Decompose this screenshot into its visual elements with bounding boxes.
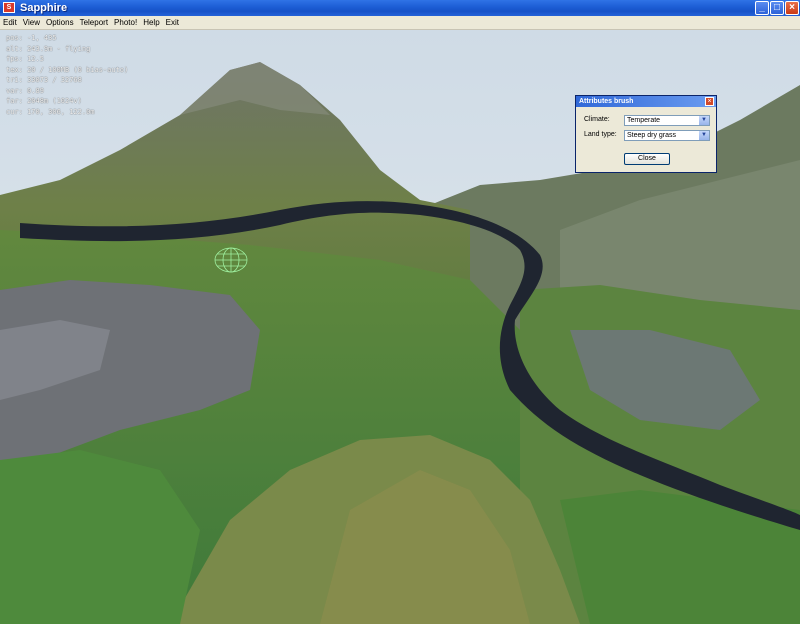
minimize-icon: _ xyxy=(759,2,765,13)
chevron-down-icon[interactable]: ▼ xyxy=(699,116,709,125)
app-icon[interactable]: S xyxy=(3,2,15,13)
menu-teleport[interactable]: Teleport xyxy=(77,16,111,29)
landtype-label: Land type: xyxy=(584,131,617,138)
menu-edit[interactable]: Edit xyxy=(0,16,20,29)
close-icon: × xyxy=(707,98,712,105)
menu-bar: Edit View Options Teleport Photo! Help Exit xyxy=(0,16,800,30)
close-button[interactable]: × xyxy=(785,1,799,15)
close-button[interactable]: Close xyxy=(624,153,670,165)
menu-help[interactable]: Help xyxy=(140,16,162,29)
title-bar[interactable]: S Sapphire _ □ × xyxy=(0,0,800,16)
dialog-title[interactable]: Attributes brush xyxy=(576,96,716,107)
minimize-button[interactable]: _ xyxy=(755,1,769,15)
climate-label: Climate: xyxy=(584,116,610,123)
window-title: Sapphire xyxy=(20,2,68,14)
maximize-button[interactable]: □ xyxy=(770,1,784,15)
landtype-select[interactable]: Steep dry grass ▼ xyxy=(624,130,710,141)
menu-exit[interactable]: Exit xyxy=(163,16,182,29)
climate-value: Temperate xyxy=(627,117,661,124)
landtype-value: Steep dry grass xyxy=(627,132,677,139)
dialog-close-button[interactable]: × xyxy=(705,97,714,106)
hud-line: pos: -1, 435 xyxy=(6,34,57,42)
climate-select[interactable]: Temperate ▼ xyxy=(624,115,710,126)
maximize-icon: □ xyxy=(773,2,781,13)
chevron-down-icon[interactable]: ▼ xyxy=(699,131,709,140)
brush-cursor-icon xyxy=(214,247,248,273)
menu-view[interactable]: View xyxy=(20,16,43,29)
hud-overlay: pos: -1, 435 alt: 243.9m - flying fps: 1… xyxy=(6,33,128,117)
hud-line: tri: 33073 / 32768 xyxy=(6,76,82,84)
hud-line: cur: 170, 306, 122.0m xyxy=(6,107,95,116)
hud-line: alt: 243.9m - flying xyxy=(6,44,91,53)
hud-line: fps: 12.5 xyxy=(6,55,44,63)
hud-line: tex: 20 / 100MB (0 bias-auto) xyxy=(6,65,129,74)
hud-line: far: 2048m (1024v) xyxy=(6,97,82,105)
menu-options[interactable]: Options xyxy=(43,16,77,29)
hud-line: var: 0.89 xyxy=(6,86,44,95)
attributes-brush-dialog: Attributes brush × Climate: Temperate ▼ … xyxy=(575,95,717,173)
close-icon: × xyxy=(789,2,795,13)
menu-photo[interactable]: Photo! xyxy=(111,16,140,29)
app-window: S Sapphire _ □ × Edit View Options Teleport… xyxy=(0,0,800,624)
